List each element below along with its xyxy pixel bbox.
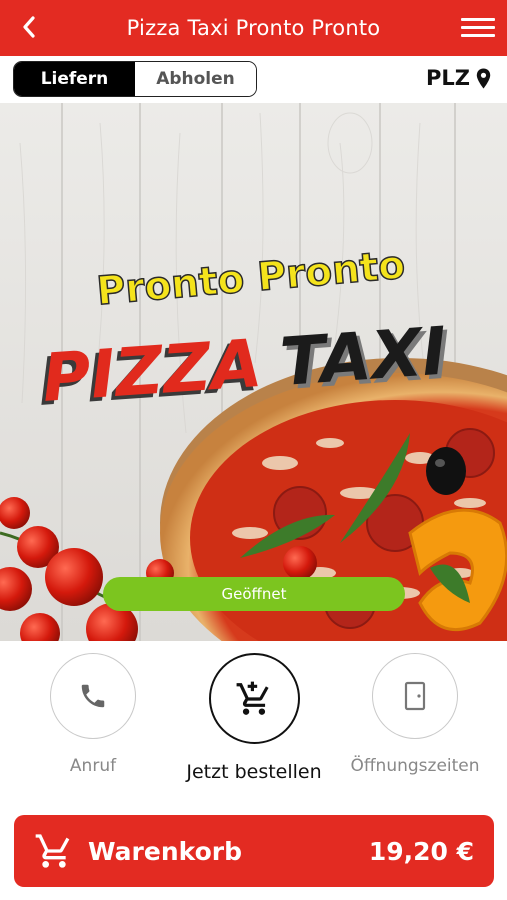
location-pin-icon	[476, 68, 491, 88]
postcode-label: PLZ	[426, 66, 470, 90]
order-now-label: Jetzt bestellen	[186, 761, 322, 783]
call-button[interactable]	[50, 653, 136, 739]
call-action[interactable]: Anruf	[50, 653, 136, 776]
order-now-button[interactable]	[208, 653, 300, 744]
tab-deliver[interactable]: Liefern	[14, 62, 135, 96]
cart-icon	[35, 834, 70, 868]
chevron-left-icon	[23, 16, 35, 38]
hero-banner: Pronto Pronto PIZZA PIZZA TAXI TAXI	[0, 103, 507, 641]
logo-pizza: PIZZA	[40, 325, 265, 417]
order-action[interactable]: Jetzt bestellen	[186, 653, 322, 783]
page-title: Pizza Taxi Pronto Pronto	[126, 16, 381, 40]
app-header: Pizza Taxi Pronto Pronto	[0, 0, 507, 56]
menu-button[interactable]	[461, 13, 495, 43]
logo-taxi: TAXI	[278, 313, 449, 401]
postcode-selector[interactable]: PLZ	[426, 66, 491, 90]
opening-hours-label: Öffnungszeiten	[350, 756, 480, 776]
opening-hours-action[interactable]: Öffnungszeiten	[350, 653, 480, 776]
cart-total: 19,20 €	[368, 836, 474, 866]
order-mode-bar: Liefern Abholen PLZ	[0, 56, 507, 102]
phone-icon	[81, 684, 105, 708]
cart-label: Warenkorb	[88, 836, 242, 866]
tab-pickup[interactable]: Abholen	[135, 62, 256, 96]
door-icon	[404, 681, 426, 711]
cart-icon	[236, 681, 269, 715]
order-mode-toggle: Liefern Abholen	[13, 61, 257, 97]
open-status-badge: Geöffnet	[103, 577, 405, 611]
pizza-hero-illustration: Pronto Pronto PIZZA PIZZA TAXI TAXI	[0, 103, 507, 641]
call-label: Anruf	[69, 756, 117, 776]
opening-hours-button[interactable]	[372, 653, 458, 739]
cart-button[interactable]: Warenkorb 19,20 €	[14, 815, 494, 887]
hamburger-icon	[461, 18, 495, 21]
back-button[interactable]	[14, 12, 44, 42]
